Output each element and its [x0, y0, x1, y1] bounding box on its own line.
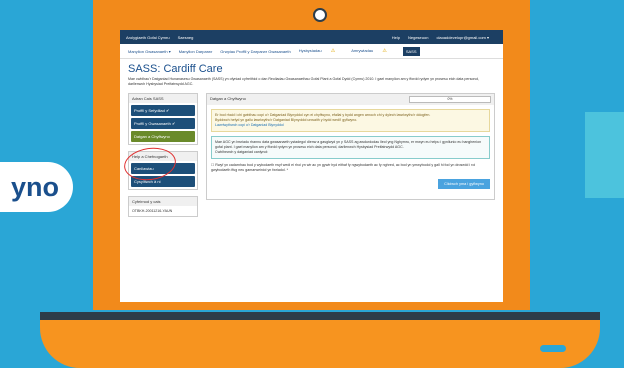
laptop-notch — [540, 345, 566, 352]
account-menu[interactable]: claoaddevelopr@gmail.com ▾ — [436, 35, 489, 40]
progress-bar: 0% — [409, 96, 491, 103]
declare-panel: Datgan a Chyflwyno 0% Er bod rhaid i chi… — [206, 93, 495, 200]
download-link[interactable]: Lawrlwythwch copi o'r Datganiad Blynyddo… — [215, 123, 284, 127]
intro-text: Mae cwblhau'r Datganiad Hunanasesu Gwasa… — [128, 77, 480, 86]
sass-panel: Adran Cais SASS Proffil y Sefydliad ✔ Pr… — [128, 93, 198, 145]
info-box: Mae AGC yn bwriadu rhannu data gwasanaet… — [211, 136, 490, 159]
background-square — [585, 112, 624, 198]
screen: Arolygiaeth Gofal Cymru Saesneg Help Neg… — [120, 30, 503, 302]
nav-provider-details[interactable]: Manylion Darparwr — [179, 49, 213, 54]
nav-service-details[interactable]: Manylion Gwasanaeth ▾ — [128, 49, 171, 54]
submit-button[interactable]: Cliciwch yma i gyflwyno — [438, 179, 490, 189]
warning-icon: ⚠ — [382, 48, 387, 54]
camera-icon — [313, 8, 327, 22]
panel-title: Datgan a Chyflwyno — [210, 96, 246, 101]
section-nav: Manylion Gwasanaeth ▾ Manylion Darparwr … — [120, 44, 503, 59]
nav-variations[interactable]: Amrywiadau ⚠ — [351, 48, 395, 54]
main-content: Datgan a Chyflwyno 0% Er bod rhaid i chi… — [206, 93, 495, 223]
laptop-base — [40, 320, 600, 368]
caption-pill: yno — [0, 162, 73, 212]
nav-sass[interactable]: SASS — [402, 46, 420, 56]
sidebar-item-declare[interactable]: Datgan a Chyflwyno — [131, 131, 195, 142]
nav-profile-groups[interactable]: Grwpiau Proffil y Darparwr Gwasanaeth — [220, 49, 290, 54]
nav-notifications[interactable]: Hysbysiadau ⚠ — [299, 48, 344, 54]
panel-title: Cyfeirnod y cais — [129, 197, 197, 206]
sidebar-item-service-profile[interactable]: Proffil y Gwasanaeth ✔ — [131, 118, 195, 129]
brand-link[interactable]: Arolygiaeth Gofal Cymru — [126, 35, 170, 40]
messages-link[interactable]: Negeseuon — [408, 35, 428, 40]
declaration-checkbox[interactable]: ☐ Rwyf yn cadarnhau bod y wybodaeth rwyf… — [207, 163, 494, 173]
page-title: SASS: Cardiff Care — [128, 63, 223, 75]
complete-declaration-text: Cwblhewch y datganiad canlynol: — [215, 150, 269, 154]
reference-panel: Cyfeirnod y cais OTBKH-20011216-YAUN — [128, 196, 198, 217]
sidebar-item-org-profile[interactable]: Proffil y Sefydliad ✔ — [131, 105, 195, 116]
warning-icon: ⚠ — [330, 48, 336, 54]
help-link[interactable]: Help — [392, 35, 400, 40]
reference-value: OTBKH-20011216-YAUN — [132, 209, 173, 213]
language-link[interactable]: Saesneg — [178, 35, 194, 40]
caption-text: yno — [10, 171, 59, 202]
warning-alert: Er bod rhaid i chi gwblhau copi o'r Datg… — [211, 109, 490, 132]
top-navbar: Arolygiaeth Gofal Cymru Saesneg Help Neg… — [120, 30, 503, 44]
panel-title: Adran Cais SASS — [129, 94, 197, 103]
